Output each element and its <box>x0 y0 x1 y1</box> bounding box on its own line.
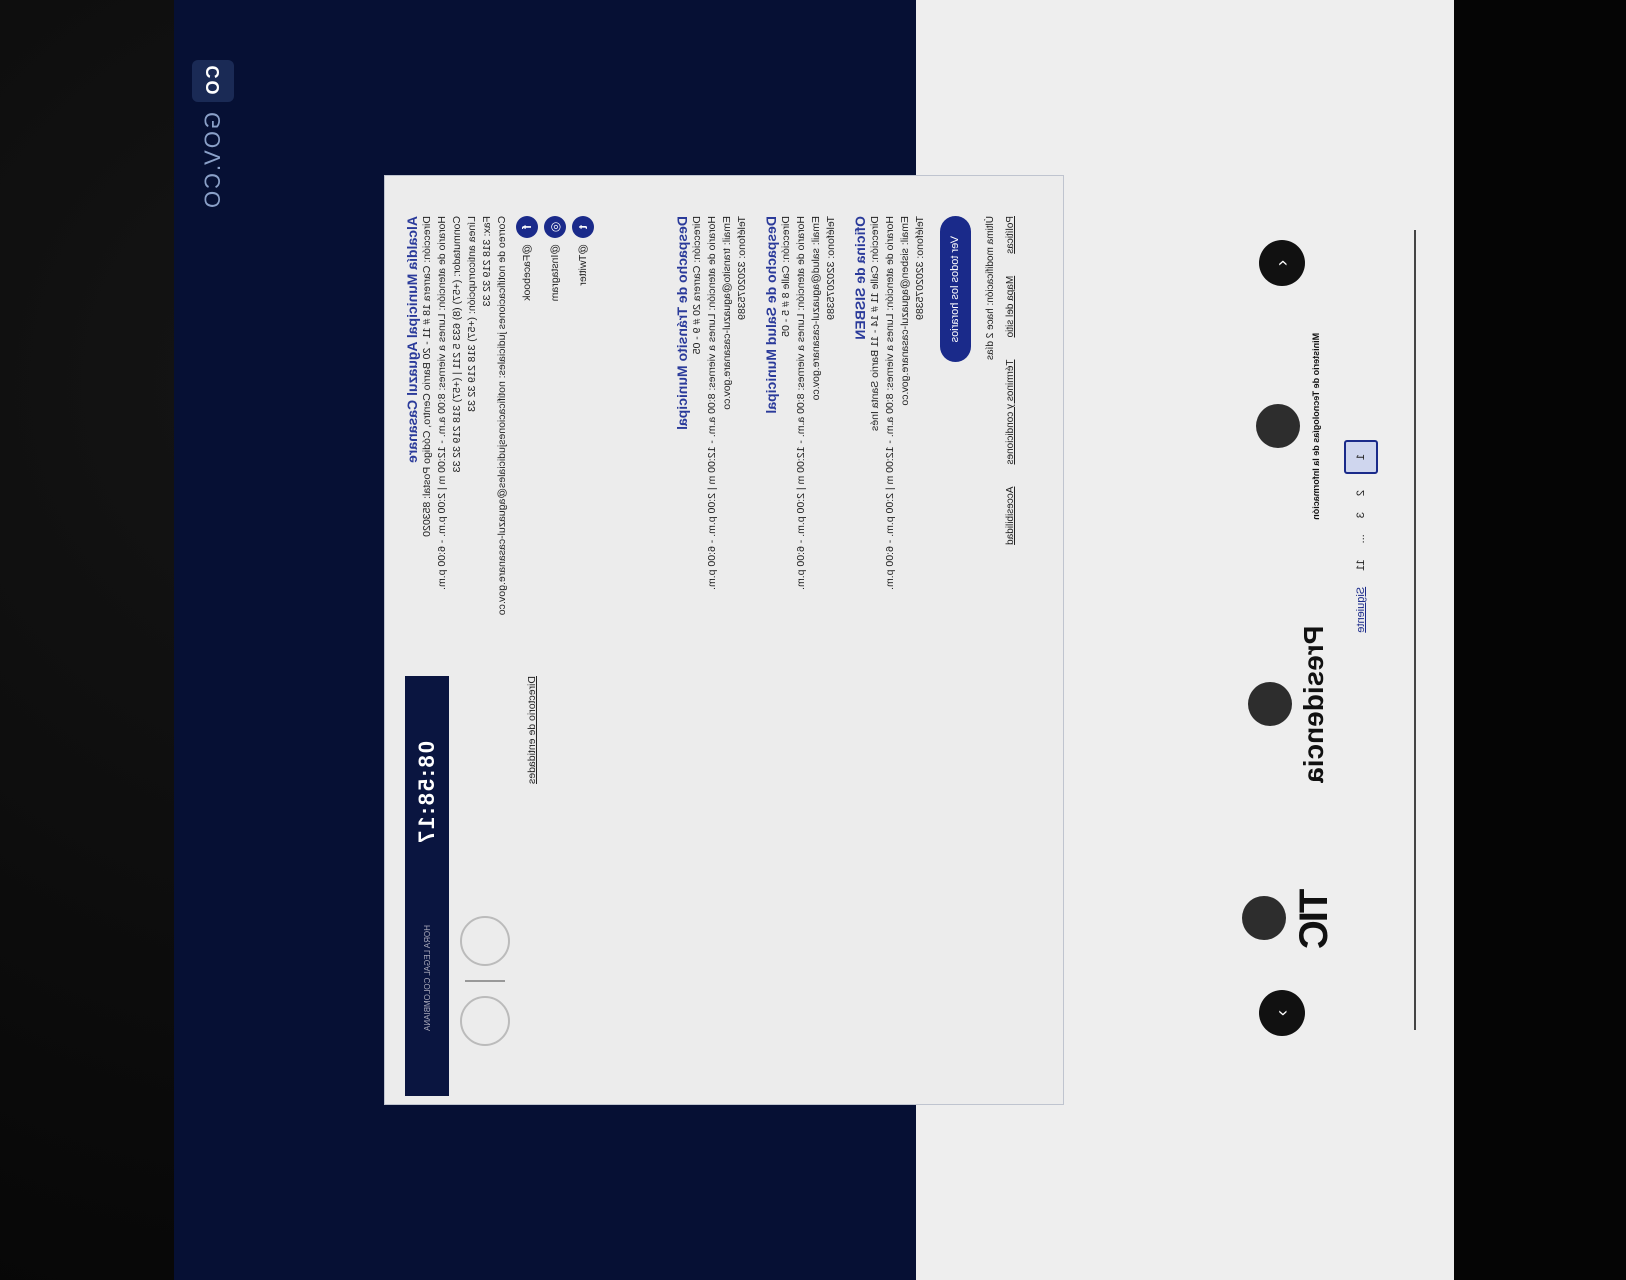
pagination: 1 2 3 ... 11 Siguiente <box>1344 440 1378 633</box>
directory-block: Directorio de entidades <box>525 676 540 1076</box>
office-transito-email[interactable]: Email: transito@aguazul-casanare.gov.co <box>720 216 735 1036</box>
coat-of-arms-icon <box>1256 404 1300 449</box>
office-salud-phone: Teléfono: 3202075389 <box>825 216 837 320</box>
legal-time-clock: 08:58:17 HORA LEGAL COLOMBIANA <box>405 676 449 1096</box>
main-office-title: Alcaldía Municipal Aguazul Casanare <box>404 216 420 463</box>
govco-logo[interactable]: CO GOV.CO <box>192 60 234 210</box>
office-sisben-hours: Horario de atención: Lunes a viernes: 8:… <box>884 216 896 590</box>
page-11[interactable]: 11 <box>1355 559 1367 570</box>
contact-info-column: Alcaldía Municipal Aguazul Casanare Dire… <box>404 216 612 616</box>
instagram-link[interactable]: ◎ @Instagram <box>544 216 566 616</box>
office-sisben-email[interactable]: Email: sisben@aguazul-casanare.gov.co <box>898 216 913 1036</box>
view-all-hours-button[interactable]: Ver todos los horarios <box>940 216 971 363</box>
office-salud: Despacho de Salud Municipal Dirección: C… <box>763 216 839 1036</box>
contact-modal: Alcaldía Municipal Aguazul Casanare Dire… <box>384 175 1064 1105</box>
coat-of-arms-icon <box>460 996 510 1046</box>
instagram-icon: ◎ <box>544 216 566 238</box>
main-office-email[interactable]: Correo de notificaciones judiciales: not… <box>495 216 510 616</box>
coat-of-arms-icon <box>1248 682 1292 727</box>
footer-link-sitemap[interactable]: Mapa del sitio <box>1005 276 1016 338</box>
twitter-icon: t <box>572 216 594 238</box>
page-ellipsis: ... <box>1355 534 1367 544</box>
footer-link-terms[interactable]: Términos y condiciones <box>1005 360 1016 465</box>
office-transito-address: Dirección: Carrera 20 # 9 - 05 <box>691 216 703 355</box>
seal-divider <box>465 980 505 982</box>
ministry-logo[interactable]: Ministerio de Tecnologías de la Informac… <box>1256 333 1322 520</box>
offices-list: Despacho de Tránsito Municipal Dirección… <box>674 216 971 1036</box>
office-sisben: Oficina de SISBEN Dirección: Calle 11 # … <box>852 216 928 1036</box>
main-office-address: Dirección: Carrera 18 # 11 - 20 Barrio C… <box>421 216 433 537</box>
office-sisben-address: Dirección: Calle 11 # 14 - 11 Barrio San… <box>869 216 881 431</box>
office-transito-phone: Teléfono: 3202075389 <box>736 216 748 320</box>
next-page-link[interactable]: Siguiente <box>1355 587 1367 633</box>
govco-topbar: CO GOV.CO <box>174 0 256 1280</box>
footer-link-policies[interactable]: Políticas <box>1005 216 1016 254</box>
office-sisben-title: Oficina de SISBEN <box>852 216 868 340</box>
main-office-phone: Conmutador: (+57) (8) 633 5 211 | (+57) … <box>451 216 463 473</box>
twitter-link[interactable]: t @Twitter <box>572 216 594 616</box>
facebook-icon: f <box>516 216 538 238</box>
clock-subtitle: HORA LEGAL COLOMBIANA <box>422 925 432 1032</box>
presidencia-logo[interactable]: Presidencia <box>1248 626 1330 783</box>
desktop-background: CO GOV.CO Alcaldía Municipal Aguazul Cas… <box>0 0 1626 1280</box>
office-salud-email[interactable]: Email: salud@aguazul-casanare.gov.co <box>809 216 824 1036</box>
office-transito-hours: Horario de atención: Lunes a viernes: 8:… <box>706 216 718 590</box>
page-3[interactable]: 3 <box>1355 512 1367 518</box>
page-1[interactable]: 1 <box>1344 440 1378 474</box>
co-badge-icon: CO <box>192 60 234 102</box>
main-office-mobile: Línea anticorrupción: (+57) 318 219 32 3… <box>466 216 478 412</box>
page-2[interactable]: 2 <box>1355 490 1367 496</box>
last-update: Última modificación: hace 2 días <box>985 216 996 360</box>
partner-logos: Ministerio de Tecnologías de la Informac… <box>1234 280 1344 1000</box>
web-page: CO GOV.CO Alcaldía Municipal Aguazul Cas… <box>174 0 1456 1280</box>
main-office-hours: Horario de atención: Lunes a viernes: 8:… <box>436 216 448 590</box>
directory-link[interactable]: Directorio de entidades <box>525 676 540 1076</box>
footer-links: Políticas Mapa del sitio Términos y cond… <box>1005 216 1016 545</box>
main-office-fax: Fax: 318 219 32 33 <box>481 216 493 307</box>
chevron-left-icon: ‹ <box>1271 260 1292 266</box>
browser-window: CO GOV.CO Alcaldía Municipal Aguazul Cas… <box>174 0 1456 1280</box>
facebook-link[interactable]: f @Facebook <box>516 216 538 616</box>
site-name: GOV.CO <box>200 112 225 210</box>
clock-time: 08:58:17 <box>414 740 439 846</box>
office-sisben-phone: Teléfono: 3202075389 <box>914 216 926 320</box>
office-salud-hours: Horario de atención: Lunes a viernes: 8:… <box>795 216 807 590</box>
seal-area <box>455 916 515 1076</box>
chevron-right-icon: › <box>1271 1010 1292 1016</box>
coat-of-arms-icon <box>1241 895 1286 940</box>
office-transito-title: Despacho de Tránsito Municipal <box>674 216 690 430</box>
office-salud-address: Dirección: Calle 8 # 5 - 05 <box>780 216 792 337</box>
office-salud-title: Despacho de Salud Municipal <box>763 216 779 414</box>
main-office-block: Alcaldía Municipal Aguazul Casanare Dire… <box>404 216 594 616</box>
document-list-divider <box>1414 230 1456 1030</box>
footer-link-accessibility[interactable]: Accesibilidad <box>1005 487 1016 545</box>
mintic-logo[interactable]: TIC <box>1241 889 1337 947</box>
seal-icon <box>460 916 510 966</box>
office-transito: Despacho de Tránsito Municipal Dirección… <box>674 216 750 1036</box>
